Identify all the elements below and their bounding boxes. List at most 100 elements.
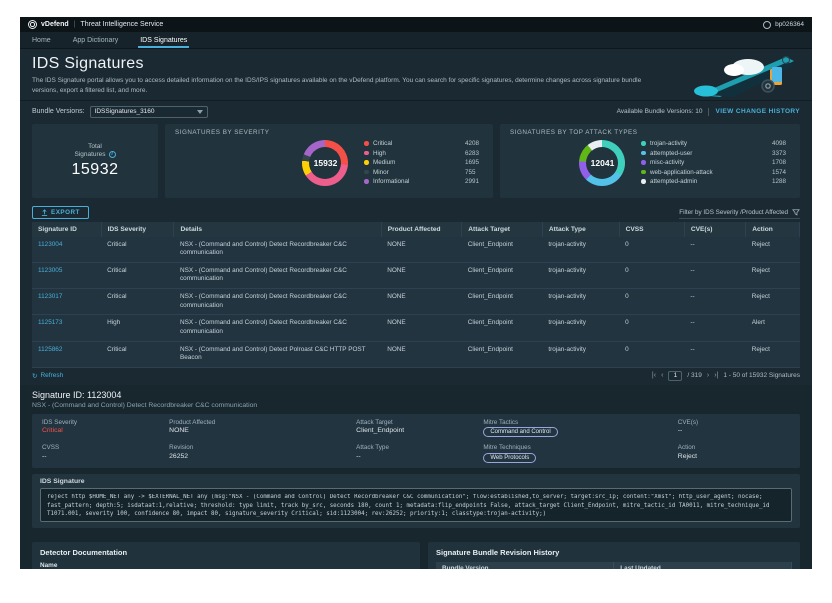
column-header[interactable]: Signature ID [32,222,101,237]
pagination: |‹ ‹ 1 / 319 › ›| 1 - 50 of 15932 Signat… [652,371,800,381]
legend-label: Critical [373,140,451,147]
table-cell-cvss: 0 [619,237,684,263]
total-signatures-card: Total Signaturesi 15932 [32,124,158,198]
field-value: -- [678,427,790,434]
bundle-version-bar: Bundle Versions: IDSSignatures_3160 Avai… [20,101,812,122]
export-button[interactable]: EXPORT [32,206,89,219]
user-avatar-icon[interactable] [763,21,771,29]
brand-name: vDefend [41,21,69,28]
table-cell-action: Reject [746,237,800,263]
table-cell-type: trojan-activity [542,289,619,315]
next-page-button[interactable]: › [707,372,709,379]
signature-id-link[interactable]: 1123017 [32,289,101,315]
signature-id-link[interactable]: 1125862 [32,341,101,367]
detector-name-label: Name [40,562,412,569]
detail-field: CVE(s)-- [678,419,790,438]
table-cell-target: Client_Endpoint [462,237,543,263]
table-cell-details: NSX - (Command and Control) Detect Polro… [174,341,381,367]
column-header[interactable]: Attack Type [542,222,619,237]
refresh-icon: ↻ [32,372,37,380]
legend-item: Informational2991 [364,178,479,185]
table-toolbar: EXPORT Filter by IDS Severity /Product A… [20,204,812,222]
detail-field: Mitre TechniquesWeb Protocols [483,444,677,463]
legend-dot-icon [641,170,646,175]
table-cell-action: Reject [746,262,800,288]
field-value: Critical [42,427,169,434]
view-change-history-link[interactable]: VIEW CHANGE HISTORY [715,108,800,115]
table-cell-product: NONE [381,341,462,367]
export-icon [41,209,48,216]
severity-donut-center: 15932 [309,147,341,179]
field-label: IDS Severity [42,419,169,426]
legend-item: trojan-activity4098 [641,140,786,147]
last-page-button[interactable]: ›| [714,372,718,379]
pagination-range: 1 - 50 of 15932 Signatures [723,372,800,379]
signature-id-link[interactable]: 1123005 [32,262,101,288]
column-header[interactable]: Product Affected [381,222,462,237]
history-column-header[interactable]: Last Updated [614,562,792,569]
signature-id-link[interactable]: 1125173 [32,315,101,341]
table-cell-type: trojan-activity [542,262,619,288]
topbar-divider: | [74,21,76,28]
signatures-label: Signatures [74,151,105,158]
table-cell-cvss: 0 [619,262,684,288]
field-label: CVE(s) [678,419,790,426]
ids-signature-text[interactable]: reject http $HOME_NET any -> $EXTERNAL_N… [40,488,792,522]
refresh-button[interactable]: ↻Refresh [32,372,63,380]
field-value: NONE [169,427,356,434]
signature-detail-section: Signature ID: 1123004 NSX - (Command and… [20,385,812,536]
page-input[interactable]: 1 [668,371,682,381]
legend-value: 6283 [465,150,479,157]
field-value: Client_Endpoint [356,427,483,434]
column-header[interactable]: Attack Target [462,222,543,237]
table-row[interactable]: 1125862CriticalNSX - (Command and Contro… [32,341,800,367]
field-label: CVSS [42,444,169,451]
chevron-down-icon [197,110,203,114]
table-cell-action: Reject [746,289,800,315]
signature-id-link[interactable]: 1123004 [32,237,101,263]
legend-label: trojan-activity [650,140,758,147]
detail-field: ActionReject [678,444,790,463]
table-cell-severity: Critical [101,237,174,263]
field-label: Attack Target [356,419,483,426]
severity-chart-card: SIGNATURES BY SEVERITY 15932 Critical420… [165,124,493,198]
detail-field: Revision26252 [169,444,356,463]
table-row[interactable]: 1123005CriticalNSX - (Command and Contro… [32,262,800,288]
main-nav: Home App Dictionary IDS Signatures [20,32,812,49]
severity-legend: Critical4208High6283Medium1695Minor755In… [364,140,479,185]
nav-item-app-dictionary[interactable]: App Dictionary [71,33,121,48]
history-column-header[interactable]: Bundle Version [436,562,614,569]
legend-item: Medium1695 [364,159,479,166]
prev-page-button[interactable]: ‹ [661,372,663,379]
table-cell-target: Client_Endpoint [462,341,543,367]
legend-dot-icon [641,179,646,184]
table-row[interactable]: 1123017CriticalNSX - (Command and Contro… [32,289,800,315]
username[interactable]: bp026364 [775,21,804,28]
nav-item-home[interactable]: Home [30,33,53,48]
table-cell-cvss: 0 [619,341,684,367]
detail-field: IDS SeverityCritical [42,419,169,438]
table-cell-cvss: 0 [619,289,684,315]
table-cell-severity: Critical [101,341,174,367]
detail-field: Mitre TacticsCommand and Control [483,419,677,438]
nav-item-ids-signatures[interactable]: IDS Signatures [138,33,189,48]
filter-control[interactable]: Filter by IDS Severity /Product Affected [679,209,800,219]
column-header[interactable]: Action [746,222,800,237]
page-header: IDS Signatures The IDS Signature portal … [20,49,812,101]
table-row[interactable]: 1125173HighNSX - (Command and Control) D… [32,315,800,341]
revision-history-table: Bundle VersionLast UpdatedIDSSignatures_… [436,562,792,569]
table-cell-product: NONE [381,315,462,341]
detector-documentation-title: Detector Documentation [40,548,412,557]
product-name: Threat Intelligence Service [80,21,163,28]
table-cell-cve: -- [684,237,745,263]
top-bar: vDefend | Threat Intelligence Service bp… [20,17,812,32]
column-header[interactable]: IDS Severity [101,222,174,237]
bundle-version-select[interactable]: IDSSignatures_3160 [90,106,208,118]
table-cell-severity: Critical [101,289,174,315]
column-header[interactable]: CVE(s) [684,222,745,237]
column-header[interactable]: CVSS [619,222,684,237]
first-page-button[interactable]: |‹ [652,372,656,379]
table-row[interactable]: 1123004CriticalNSX - (Command and Contro… [32,237,800,263]
info-icon[interactable]: i [109,151,116,158]
column-header[interactable]: Details [174,222,381,237]
